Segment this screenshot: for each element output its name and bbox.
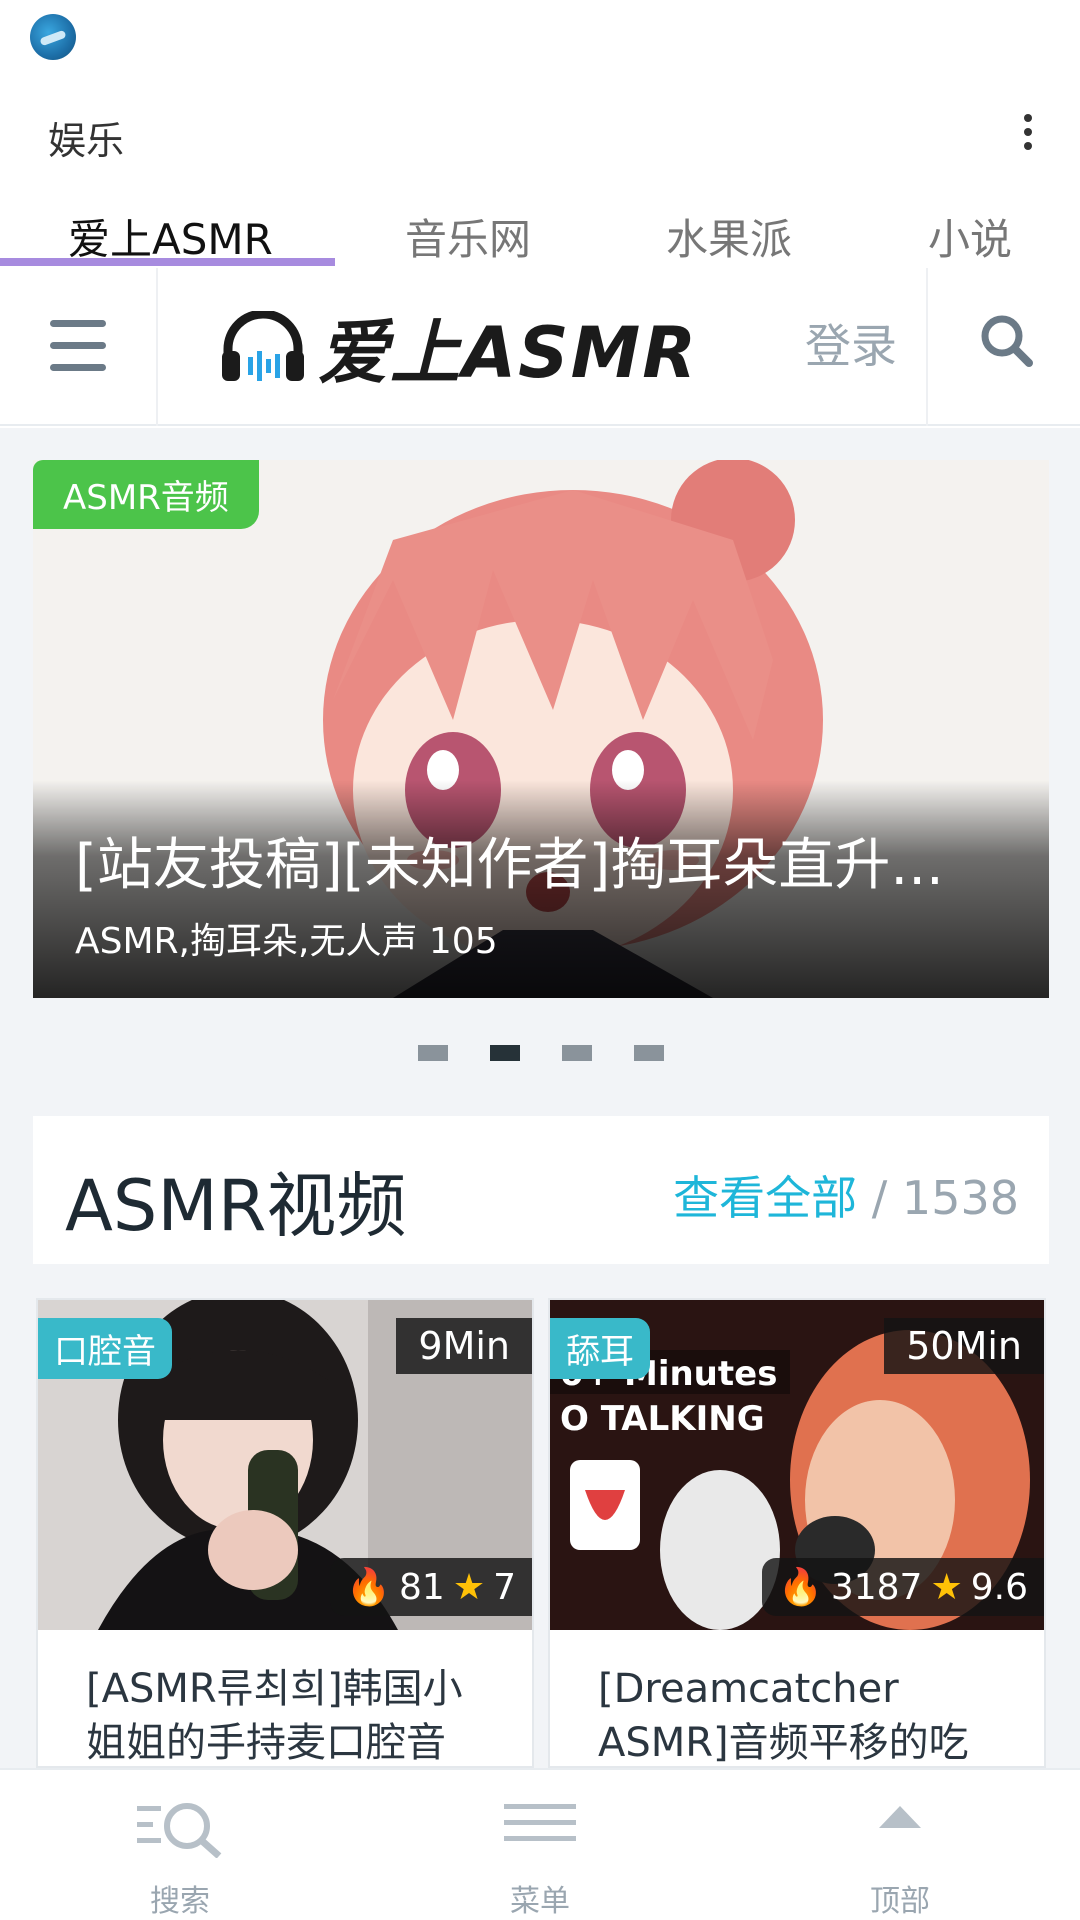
- nav-menu[interactable]: 菜单: [360, 1770, 720, 1920]
- view-all-link[interactable]: 查看全部: [673, 1171, 857, 1225]
- slide-meta: ASMR,掏耳朵,无人声 105: [75, 921, 498, 962]
- logo-text: 爱上ASMR: [318, 311, 699, 394]
- tab-indicator: [0, 258, 335, 266]
- slider-pagination: [418, 1045, 664, 1061]
- fire-icon: 🔥: [346, 1567, 391, 1608]
- tab-bar: 爱上ASMR 音乐网 水果派 小说: [0, 196, 1080, 266]
- card-title[interactable]: [ASMR류최희]韩国小姐姐的手持麦口腔音: [86, 1662, 496, 1766]
- headphones-icon: [222, 311, 304, 381]
- tab-music[interactable]: 音乐网: [405, 206, 531, 267]
- divider: [156, 268, 158, 426]
- bottom-nav: 搜索 菜单 顶部: [0, 1768, 1080, 1920]
- view-count: 3187: [830, 1566, 923, 1608]
- tab-novel[interactable]: 小说: [928, 206, 1012, 267]
- slider-dot[interactable]: [562, 1045, 592, 1061]
- rating: 7: [493, 1566, 516, 1608]
- star-icon: ★: [930, 1566, 963, 1608]
- app-header: 娱乐: [0, 96, 1080, 168]
- site-logo[interactable]: 爱上ASMR: [220, 304, 720, 394]
- slider-dot-active[interactable]: [490, 1045, 520, 1061]
- nav-menu-label: 菜单: [510, 1884, 570, 1919]
- nav-search[interactable]: 搜索: [0, 1770, 360, 1920]
- featured-slider[interactable]: ASMR音频 [站友投稿][未知作者]掏耳朵直升... ASMR,掏耳朵,无人声…: [33, 460, 1049, 998]
- back-to-top-icon: [879, 1806, 921, 1828]
- video-thumbnail[interactable]: 0+ Minutes O TALKING 舔耳 50Min 🔥 3187 ★ 9…: [550, 1300, 1044, 1630]
- tab-fruit[interactable]: 水果派: [666, 206, 792, 267]
- menu-icon: [504, 1804, 576, 1841]
- card-duration: 9Min: [396, 1318, 532, 1374]
- nav-search-label: 搜索: [150, 1884, 210, 1919]
- app-title: 娱乐: [48, 119, 125, 163]
- nav-top[interactable]: 顶部: [720, 1770, 1080, 1920]
- card-title[interactable]: [Dreamcatcher ASMR]音频平移的吃耳...: [598, 1662, 1008, 1766]
- site-header: 爱上ASMR 登录: [0, 268, 1080, 426]
- card-stats: 🔥 81 ★ 7: [330, 1558, 532, 1616]
- video-thumbnail[interactable]: 口腔音 9Min 🔥 81 ★ 7: [38, 1300, 532, 1630]
- slide-title[interactable]: [站友投稿][未知作者]掏耳朵直升...: [75, 820, 1015, 901]
- divider: [926, 268, 928, 426]
- hamburger-menu-icon[interactable]: [50, 320, 106, 372]
- video-count: 1538: [901, 1171, 1019, 1225]
- card-tag[interactable]: 口腔音: [38, 1318, 172, 1379]
- video-card[interactable]: 0+ Minutes O TALKING 舔耳 50Min 🔥 3187 ★ 9…: [548, 1298, 1046, 1768]
- view-all: 查看全部 / 1538: [673, 1162, 1019, 1228]
- fire-icon: 🔥: [778, 1567, 823, 1608]
- nav-top-label: 顶部: [870, 1884, 930, 1919]
- search-list-icon: [137, 1803, 222, 1858]
- svg-text:O TALKING: O TALKING: [560, 1399, 765, 1439]
- more-options-icon[interactable]: [1018, 110, 1038, 154]
- section-header: ASMR视频 查看全部 / 1538: [33, 1116, 1049, 1264]
- slider-dot[interactable]: [634, 1045, 664, 1061]
- card-tag[interactable]: 舔耳: [550, 1318, 650, 1379]
- app-icon: [30, 14, 76, 60]
- slider-dot[interactable]: [418, 1045, 448, 1061]
- star-icon: ★: [452, 1566, 486, 1608]
- rating: 9.6: [970, 1566, 1028, 1608]
- separator: /: [857, 1171, 902, 1225]
- video-card[interactable]: 口腔音 9Min 🔥 81 ★ 7 [ASMR류최희]韩国小姐姐的手持麦口腔音: [36, 1298, 534, 1768]
- slide-category-badge[interactable]: ASMR音频: [33, 460, 259, 529]
- view-count: 81: [399, 1566, 445, 1608]
- search-icon[interactable]: [978, 312, 1034, 368]
- card-duration: 50Min: [884, 1318, 1044, 1374]
- card-stats: 🔥 3187 ★ 9.6: [762, 1558, 1044, 1616]
- section-title: ASMR视频: [65, 1165, 407, 1247]
- login-link[interactable]: 登录: [805, 310, 897, 376]
